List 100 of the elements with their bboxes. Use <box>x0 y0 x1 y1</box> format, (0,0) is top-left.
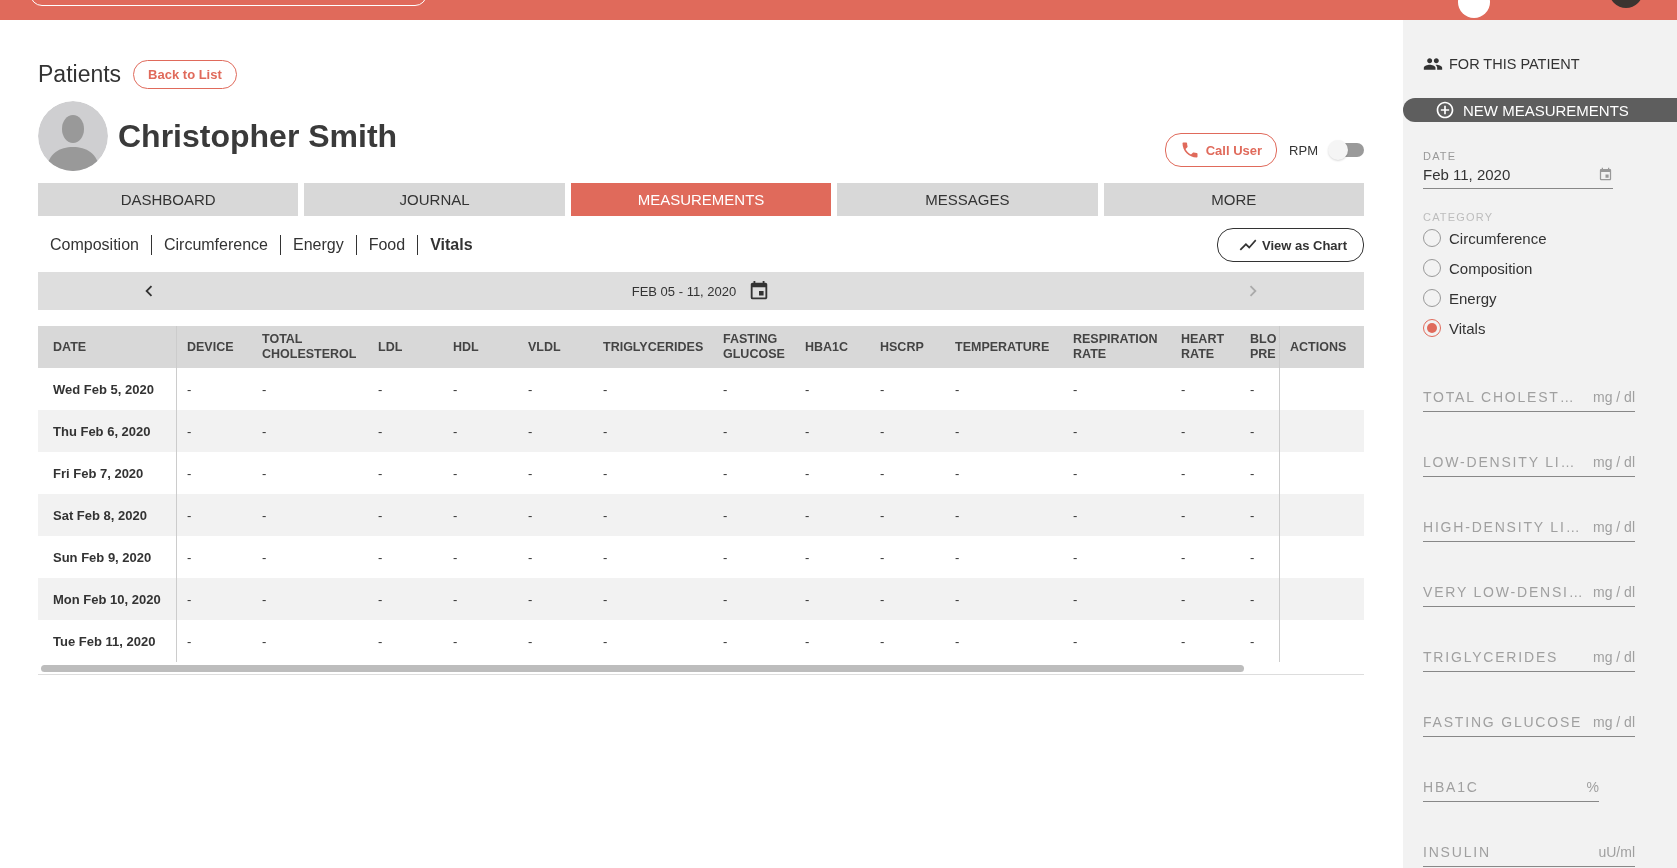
table-cell-text: - <box>1072 590 1079 609</box>
category-tab[interactable]: Vitals <box>417 235 485 255</box>
table-cell-text: - <box>804 548 811 567</box>
page-title: Patients <box>38 61 122 88</box>
table-cell-text: - <box>261 422 268 441</box>
category-radio[interactable]: Circumference <box>1403 223 1677 253</box>
unit-label: mg / dl <box>1593 389 1635 405</box>
new-measurements-button[interactable]: NEW MEASUREMENTS <box>1403 98 1677 122</box>
table-cell-text: - <box>377 590 384 609</box>
table-cell-text: - <box>527 464 534 483</box>
table-cell-text: - <box>261 548 268 567</box>
view-chart-button[interactable]: View as Chart <box>1216 228 1364 262</box>
column-header: ACTIONS <box>1289 338 1348 356</box>
table-cell-text: - <box>186 506 193 525</box>
table-cell-text: - <box>186 380 193 399</box>
table-cell-text: - <box>1072 506 1079 525</box>
table-cell-text: - <box>602 380 609 399</box>
table-cell-text: - <box>722 380 729 399</box>
add-icon <box>1435 100 1455 120</box>
table-cell-text: - <box>954 464 961 483</box>
category-radio[interactable]: Energy <box>1403 283 1677 313</box>
date-range: FEB 05 - 11, 2020 <box>631 283 737 299</box>
table-cell-text: - <box>722 464 729 483</box>
table-cell-text: - <box>879 590 886 609</box>
sidebar-title: FOR THIS PATIENT <box>1449 56 1580 72</box>
date-field[interactable]: Feb 11, 2020 <box>1423 166 1613 189</box>
table-cell-text: - <box>452 632 459 651</box>
table-cell-text: - <box>1180 632 1187 651</box>
table-cell-text: - <box>377 506 384 525</box>
category-tab[interactable]: Energy <box>279 235 356 255</box>
rpm-toggle[interactable] <box>1330 143 1364 157</box>
table-cell-text: - <box>804 464 811 483</box>
table-cell-text: - <box>954 548 961 567</box>
table-cell-text: - <box>1180 380 1187 399</box>
table-cell-text: - <box>879 380 886 399</box>
category-tab[interactable]: Composition <box>38 235 151 255</box>
unit-label: mg / dl <box>1593 714 1635 730</box>
table-cell-text: - <box>1180 590 1187 609</box>
column-header: LDL <box>377 338 404 356</box>
table-cell-text: - <box>722 422 729 441</box>
tab[interactable]: MESSAGES <box>837 183 1098 216</box>
table-cell-text: - <box>261 506 268 525</box>
table-cell-text: - <box>186 422 193 441</box>
table-cell-text: - <box>879 506 886 525</box>
tab[interactable]: JOURNAL <box>304 183 565 216</box>
table-cell-text: - <box>954 506 961 525</box>
table-cell-text: - <box>452 548 459 567</box>
table-cell-text: - <box>1072 548 1079 567</box>
table-cell-text: - <box>1180 464 1187 483</box>
table-cell-text: - <box>527 422 534 441</box>
table-cell-text: - <box>602 548 609 567</box>
table-cell-text: - <box>377 422 384 441</box>
table-cell: - <box>1246 620 1280 662</box>
table-cell-text: - <box>527 548 534 567</box>
scrollbar[interactable] <box>41 664 1244 672</box>
table-cell-text: - <box>804 632 811 651</box>
column-header: HSCRP <box>879 338 925 356</box>
category-tab[interactable]: Food <box>355 235 418 255</box>
table-cell-text: - <box>879 548 886 567</box>
table-cell-text: - <box>602 464 609 483</box>
table-cell-text: - <box>261 590 268 609</box>
table-cell-text: - <box>377 380 384 399</box>
table-cell-text: - <box>954 380 961 399</box>
table-cell-text: - <box>1072 632 1079 651</box>
table-cell-text: - <box>1180 548 1187 567</box>
table-cell-text: - <box>602 632 609 651</box>
table-cell-text: - <box>186 590 193 609</box>
table-cell-text: - <box>452 464 459 483</box>
table-cell-text: - <box>879 632 886 651</box>
table-cell-text: - <box>377 632 384 651</box>
column-header: HEART RATE <box>1180 331 1226 363</box>
table-cell-text: - <box>186 464 193 483</box>
table-cell-text: - <box>452 506 459 525</box>
table-cell-text: - <box>722 506 729 525</box>
tab[interactable]: DASHBOARD <box>38 183 299 216</box>
column-header: HDL <box>452 338 480 356</box>
table-cell-text: - <box>527 590 534 609</box>
category-radio[interactable]: Vitals <box>1403 313 1677 343</box>
category-radio[interactable]: Composition <box>1403 253 1677 283</box>
table-cell-text: - <box>527 506 534 525</box>
unit-label: mg / dl <box>1593 519 1635 535</box>
table-cell-text: - <box>722 548 729 567</box>
table-cell-text: - <box>602 422 609 441</box>
unit-label: % <box>1586 779 1599 795</box>
tab[interactable]: MORE <box>1103 183 1364 216</box>
table-cell-text: - <box>602 506 609 525</box>
column-header: VLDL <box>527 338 562 356</box>
table-cell-text: - <box>261 632 268 651</box>
table-cell-text: - <box>377 464 384 483</box>
column-header: TOTAL CHOLESTEROL <box>261 331 358 363</box>
table-cell-text: - <box>1072 380 1079 399</box>
unit-label: mg / dl <box>1593 649 1635 665</box>
table-cell-text: - <box>804 380 811 399</box>
patient-name: Christopher Smith <box>118 117 398 155</box>
table-cell-text: - <box>452 380 459 399</box>
column-header: TEMPERATURE <box>954 338 1051 356</box>
table-cell-text: - <box>261 380 268 399</box>
table-cell-text: - <box>954 422 961 441</box>
category-tab[interactable]: Circumference <box>150 235 280 255</box>
table-cell-text: - <box>377 548 384 567</box>
